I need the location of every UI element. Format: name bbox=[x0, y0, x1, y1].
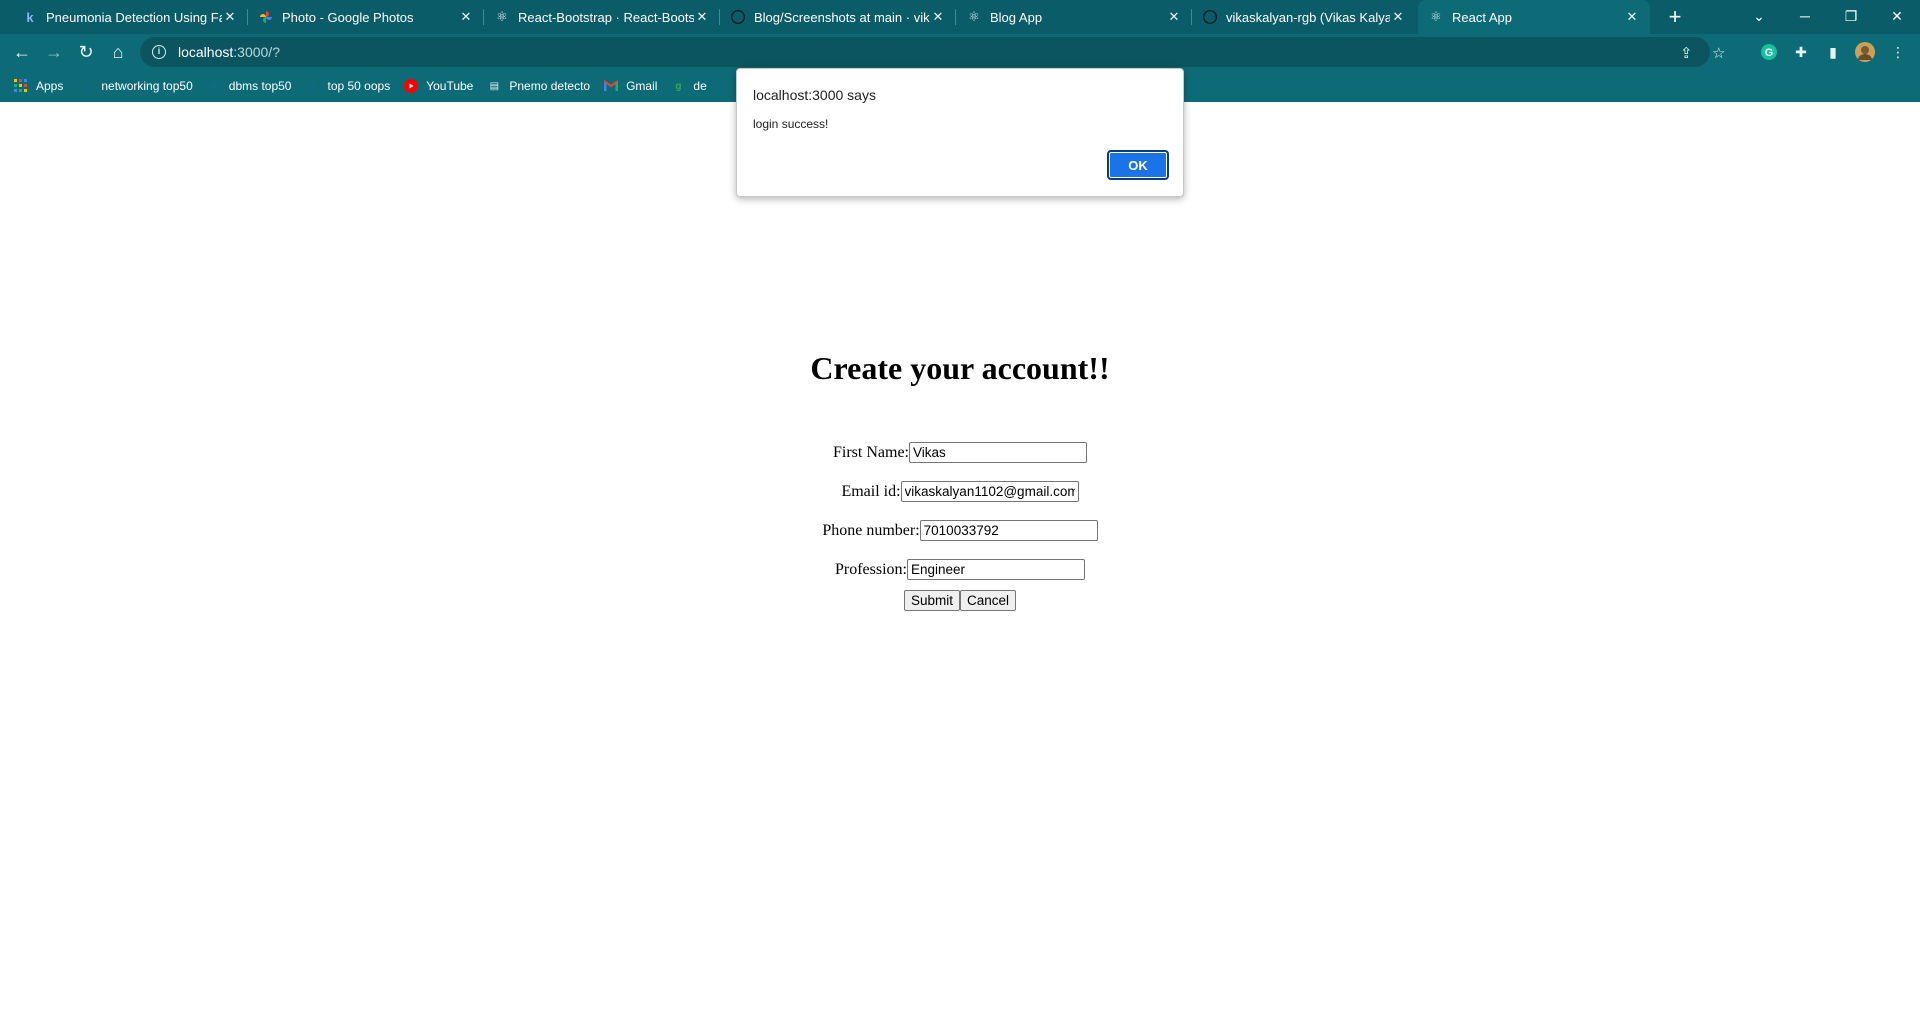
document-icon: ▤ bbox=[489, 80, 500, 92]
tab-title: Blog App bbox=[990, 9, 1043, 25]
side-panel-icon[interactable]: ▮ bbox=[1823, 42, 1843, 62]
close-icon[interactable]: ✕ bbox=[930, 9, 946, 25]
bookmark-label: networking top50 bbox=[101, 79, 193, 93]
k-letter-icon: k bbox=[26, 9, 34, 25]
tab-title: Blog/Screenshots at main · vikas bbox=[754, 9, 930, 25]
site-info-icon[interactable]: i bbox=[152, 45, 166, 59]
phone-label: Phone number: bbox=[822, 521, 920, 539]
email-input[interactable] bbox=[900, 481, 1079, 502]
bookmark-gmail[interactable]: Gmail bbox=[604, 79, 657, 93]
tab-title: React App bbox=[1452, 9, 1512, 25]
bookmark-label: YouTube bbox=[426, 79, 474, 93]
reload-icon[interactable]: ↻ bbox=[72, 38, 100, 66]
bookmark-label: Apps bbox=[36, 79, 64, 93]
minimize-icon[interactable]: ─ bbox=[1782, 0, 1828, 32]
tab-blog-screenshots[interactable]: Blog/Screenshots at main · vikas ✕ bbox=[720, 0, 956, 34]
alert-title: localhost:3000 says bbox=[753, 87, 876, 103]
youtube-icon bbox=[404, 79, 419, 93]
react-bootstrap-icon: ⚛ bbox=[496, 9, 508, 24]
menu-kebab-icon[interactable]: ⋮ bbox=[1888, 42, 1908, 62]
tab-github-profile[interactable]: vikaskalyan-rgb (Vikas Kalyan) ✕ bbox=[1192, 0, 1416, 34]
tab-react-bootstrap[interactable]: ⚛ React-Bootstrap · React-Bootstra ✕ bbox=[484, 0, 720, 34]
profession-label: Profession: bbox=[835, 560, 907, 578]
tab-search-icon[interactable]: ⌄ bbox=[1736, 0, 1782, 32]
bookmark-oops[interactable]: ◌ top 50 oops bbox=[305, 79, 391, 93]
tab-pneumonia[interactable]: k Pneumonia Detection Using Fas ✕ bbox=[12, 0, 248, 34]
url-path: :3000/? bbox=[233, 44, 280, 60]
react-icon: ⚛ bbox=[968, 9, 980, 24]
bookmark-networking[interactable]: ◌ networking top50 bbox=[79, 79, 192, 93]
first-name-row: First Name: bbox=[0, 433, 1920, 472]
close-icon[interactable]: ✕ bbox=[1624, 9, 1640, 25]
bookmark-pnemo[interactable]: ▤ Pnemo detecto bbox=[487, 79, 590, 93]
restore-icon[interactable]: ❐ bbox=[1828, 0, 1874, 32]
url-host: localhost bbox=[178, 44, 234, 60]
globe-icon: ◌ bbox=[210, 80, 217, 92]
bookmark-label: Gmail bbox=[626, 79, 658, 93]
extensions-puzzle-icon[interactable]: ✚ bbox=[1791, 42, 1811, 62]
window-close-icon[interactable]: ✕ bbox=[1874, 0, 1920, 32]
apps-grid-icon bbox=[14, 79, 28, 93]
submit-button[interactable]: Submit bbox=[903, 590, 960, 611]
bookmark-star-icon[interactable]: ☆ bbox=[1712, 44, 1725, 62]
bookmark-label: de bbox=[693, 79, 707, 93]
bookmark-youtube[interactable]: YouTube bbox=[404, 79, 473, 93]
profession-row: Profession: bbox=[0, 550, 1920, 589]
tab-title: vikaskalyan-rgb (Vikas Kalyan) bbox=[1226, 9, 1390, 25]
email-row: Email id: bbox=[0, 472, 1920, 511]
github-icon bbox=[730, 9, 746, 25]
form-buttons: Submit Cancel bbox=[0, 590, 1920, 611]
url-text[interactable]: localhost:3000/? bbox=[178, 44, 280, 60]
new-tab-button[interactable]: + bbox=[1662, 4, 1688, 30]
google-photos-icon bbox=[258, 9, 274, 25]
phone-row: Phone number: bbox=[0, 511, 1920, 550]
close-icon[interactable]: ✕ bbox=[694, 9, 710, 25]
bookmark-label: dbms top50 bbox=[228, 79, 292, 93]
alert-dialog: localhost:3000 says login success! OK bbox=[736, 68, 1184, 197]
svg-text:G: G bbox=[1765, 47, 1774, 59]
profession-input[interactable] bbox=[907, 559, 1085, 580]
tab-google-photos[interactable]: Photo - Google Photos ✕ bbox=[248, 0, 484, 34]
bookmark-apps[interactable]: Apps bbox=[14, 79, 63, 93]
react-icon: ⚛ bbox=[1430, 9, 1442, 24]
globe-icon: ◌ bbox=[309, 80, 316, 92]
grammarly-icon[interactable]: G bbox=[1759, 42, 1779, 62]
tab-react-app[interactable]: ⚛ React App ✕ bbox=[1418, 0, 1650, 34]
tab-title: Pneumonia Detection Using Fas bbox=[46, 9, 222, 25]
email-label: Email id: bbox=[841, 482, 901, 500]
bookmark-label: Pnemo detecto bbox=[509, 79, 591, 93]
close-icon[interactable]: ✕ bbox=[1390, 9, 1406, 25]
cancel-button[interactable]: Cancel bbox=[960, 590, 1017, 611]
browser-toolbar: ← → ↻ ⌂ i localhost:3000/? ⇪ ☆ G ✚ ▮ ⋮ bbox=[0, 34, 1920, 70]
address-bar[interactable]: i localhost:3000/? ⇪ ☆ bbox=[140, 37, 1725, 67]
forward-icon[interactable]: → bbox=[40, 38, 68, 66]
share-icon[interactable]: ⇪ bbox=[1680, 44, 1693, 62]
tab-title: React-Bootstrap · React-Bootstra bbox=[518, 9, 694, 25]
tab-blog-app[interactable]: ⚛ Blog App ✕ bbox=[956, 0, 1192, 34]
home-icon[interactable]: ⌂ bbox=[104, 38, 132, 66]
globe-icon: ◌ bbox=[83, 80, 90, 92]
back-icon[interactable]: ← bbox=[8, 38, 36, 66]
alert-message: login success! bbox=[753, 117, 829, 131]
phone-input[interactable] bbox=[919, 520, 1098, 541]
first-name-input[interactable] bbox=[909, 442, 1087, 463]
bookmark-de[interactable]: g de bbox=[671, 79, 706, 93]
signup-form: Create your account!! First Name: Email … bbox=[0, 350, 1920, 611]
close-icon[interactable]: ✕ bbox=[458, 9, 474, 25]
tab-strip: k Pneumonia Detection Using Fas ✕ Photo … bbox=[0, 0, 1920, 34]
close-icon[interactable]: ✕ bbox=[1166, 9, 1182, 25]
bookmark-label: top 50 oops bbox=[327, 79, 391, 93]
gmail-icon bbox=[604, 79, 619, 93]
close-icon[interactable]: ✕ bbox=[222, 9, 238, 25]
first-name-label: First Name: bbox=[833, 443, 909, 461]
profile-avatar[interactable] bbox=[1855, 42, 1875, 62]
ok-button[interactable]: OK bbox=[1107, 150, 1169, 180]
bookmark-dbms[interactable]: ◌ dbms top50 bbox=[207, 79, 292, 93]
page-title: Create your account!! bbox=[810, 350, 1110, 386]
tab-title: Photo - Google Photos bbox=[282, 9, 414, 25]
bookmark-icon: g bbox=[675, 80, 682, 92]
github-icon bbox=[1202, 9, 1218, 25]
